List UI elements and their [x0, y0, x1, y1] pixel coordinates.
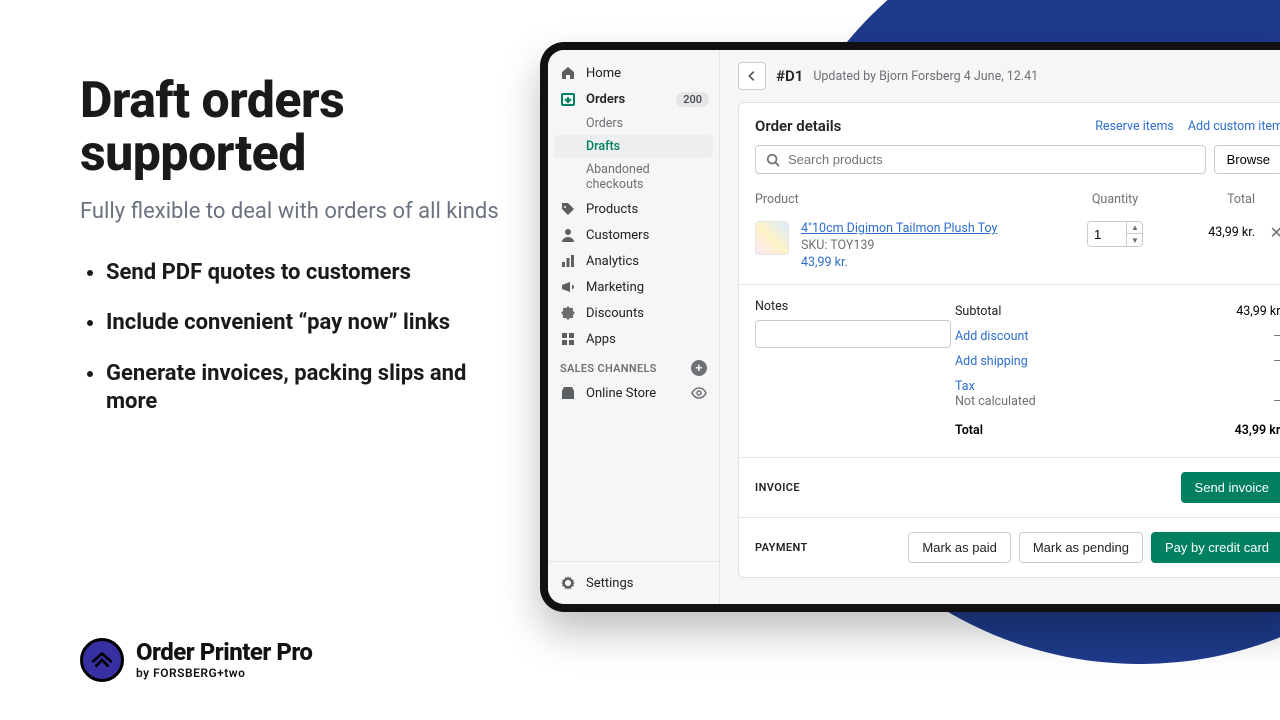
payment-section: PAYMENT Mark as paid Mark as pending Pay… — [739, 517, 1280, 577]
nav-settings[interactable]: Settings — [548, 570, 719, 596]
order-topbar: #D1 Updated by Bjorn Forsberg 4 June, 12… — [720, 50, 1280, 102]
nav-label: Marketing — [586, 280, 644, 295]
notes-label: Notes — [755, 299, 955, 314]
orders-count-badge: 200 — [676, 92, 709, 107]
add-discount-link[interactable]: Add discount — [955, 329, 1028, 344]
marketing-heading: Draft orders supported — [80, 75, 500, 180]
order-details-card: Order details Reserve items Add custom i… — [738, 102, 1280, 578]
product-thumbnail — [755, 221, 789, 255]
chart-icon — [560, 253, 576, 269]
reserve-items-link[interactable]: Reserve items — [1095, 119, 1174, 134]
subtotal-label: Subtotal — [955, 304, 1001, 319]
sidebar: Home Orders 200 Orders Drafts Abandoned … — [548, 50, 720, 604]
nav-customers[interactable]: Customers — [548, 222, 719, 248]
subnav-orders[interactable]: Orders — [548, 112, 719, 135]
quantity-stepper[interactable]: ▲ ▼ — [1087, 221, 1143, 247]
bullet-item: Generate invoices, packing slips and mor… — [106, 360, 500, 417]
brand-logo-icon — [80, 638, 124, 682]
add-custom-item-link[interactable]: Add custom item — [1188, 119, 1280, 134]
search-icon — [766, 153, 780, 167]
nav-marketing[interactable]: Marketing — [548, 274, 719, 300]
shipping-value: — — [1273, 354, 1280, 369]
subnav-drafts[interactable]: Drafts — [554, 135, 713, 158]
nav-apps[interactable]: Apps — [548, 326, 719, 352]
line-total: 43,99 kr. — [1165, 221, 1255, 240]
nav-label: Apps — [586, 332, 616, 347]
bullet-item: Include convenient “pay now” links — [106, 309, 500, 338]
home-icon — [560, 65, 576, 81]
nav-analytics[interactable]: Analytics — [548, 248, 719, 274]
subnav-abandoned[interactable]: Abandoned checkouts — [548, 158, 719, 196]
tax-link[interactable]: Tax — [955, 379, 975, 394]
bullet-item: Send PDF quotes to customers — [106, 259, 500, 288]
marketing-bullets: Send PDF quotes to customers Include con… — [80, 259, 500, 417]
quantity-input[interactable] — [1088, 222, 1126, 246]
invoice-label: INVOICE — [755, 481, 800, 494]
discount-icon — [560, 305, 576, 321]
subtotal-value: 43,99 kr. — [1236, 304, 1280, 319]
updated-meta: Updated by Bjorn Forsberg 4 June, 12.41 — [813, 69, 1038, 84]
total-label: Total — [955, 423, 983, 438]
main-content: #D1 Updated by Bjorn Forsberg 4 June, 12… — [720, 50, 1280, 604]
card-title: Order details — [755, 117, 841, 135]
column-quantity: Quantity — [1065, 192, 1165, 207]
person-icon — [560, 227, 576, 243]
invoice-section: INVOICE Send invoice — [739, 457, 1280, 517]
nav-products[interactable]: Products — [548, 196, 719, 222]
nav-discounts[interactable]: Discounts — [548, 300, 719, 326]
column-total: Total — [1165, 192, 1255, 207]
nav-label: Settings — [586, 576, 633, 591]
gear-icon — [560, 575, 576, 591]
add-channel-icon[interactable]: + — [691, 360, 707, 376]
tag-icon — [560, 201, 576, 217]
product-unit-price: 43,99 kr. — [801, 255, 1065, 270]
brand-name: Order Printer Pro — [136, 640, 312, 664]
nav-label: Products — [586, 202, 638, 217]
discount-value: — — [1273, 329, 1280, 344]
notes-input[interactable] — [755, 320, 951, 348]
brand-byline: by FORSBERG+two — [136, 666, 312, 680]
add-shipping-link[interactable]: Add shipping — [955, 354, 1028, 369]
mark-pending-button[interactable]: Mark as pending — [1019, 532, 1143, 563]
search-input[interactable] — [788, 152, 1195, 167]
back-button[interactable] — [738, 62, 766, 90]
send-invoice-button[interactable]: Send invoice — [1181, 472, 1280, 503]
browse-button[interactable]: Browse — [1214, 145, 1280, 174]
apps-icon — [560, 331, 576, 347]
nav-home[interactable]: Home — [548, 60, 719, 86]
nav-label: Customers — [586, 228, 649, 243]
nav-label: Discounts — [586, 306, 644, 321]
nav-label: Orders — [586, 92, 625, 107]
sales-channels-header: SALES CHANNELS + — [548, 352, 719, 380]
line-item-row: 4"10cm Digimon Tailmon Plush Toy SKU: TO… — [739, 213, 1280, 285]
store-icon — [560, 385, 576, 401]
mark-paid-button[interactable]: Mark as paid — [908, 532, 1010, 563]
qty-down-icon[interactable]: ▼ — [1127, 234, 1143, 246]
nav-label: Analytics — [586, 254, 639, 269]
order-id: #D1 — [776, 67, 803, 85]
brand-footer: Order Printer Pro by FORSBERG+two — [80, 638, 312, 682]
marketing-subheading: Fully flexible to deal with orders of al… — [80, 198, 500, 227]
megaphone-icon — [560, 279, 576, 295]
pay-by-card-button[interactable]: Pay by credit card — [1151, 532, 1280, 563]
nav-label: Home — [586, 66, 621, 81]
remove-line-icon[interactable]: ✕ — [1255, 221, 1280, 242]
qty-up-icon[interactable]: ▲ — [1127, 222, 1143, 234]
tax-note: Not calculated — [955, 394, 1036, 409]
nav-label: Online Store — [586, 386, 656, 401]
product-title-link[interactable]: 4"10cm Digimon Tailmon Plush Toy — [801, 221, 1065, 236]
column-product: Product — [755, 192, 1065, 207]
orders-icon — [560, 91, 576, 107]
nav-orders[interactable]: Orders 200 — [548, 86, 719, 112]
payment-label: PAYMENT — [755, 541, 808, 554]
product-sku: SKU: TOY139 — [801, 238, 1065, 253]
marketing-copy: Draft orders supported Fully flexible to… — [80, 75, 500, 439]
product-search[interactable] — [755, 145, 1206, 174]
nav-online-store[interactable]: Online Store — [548, 380, 719, 406]
tax-value: — — [1273, 394, 1280, 409]
app-window: Home Orders 200 Orders Drafts Abandoned … — [540, 42, 1280, 612]
preview-icon[interactable] — [691, 385, 707, 401]
section-label: SALES CHANNELS — [560, 362, 657, 375]
total-value: 43,99 kr. — [1235, 423, 1280, 438]
